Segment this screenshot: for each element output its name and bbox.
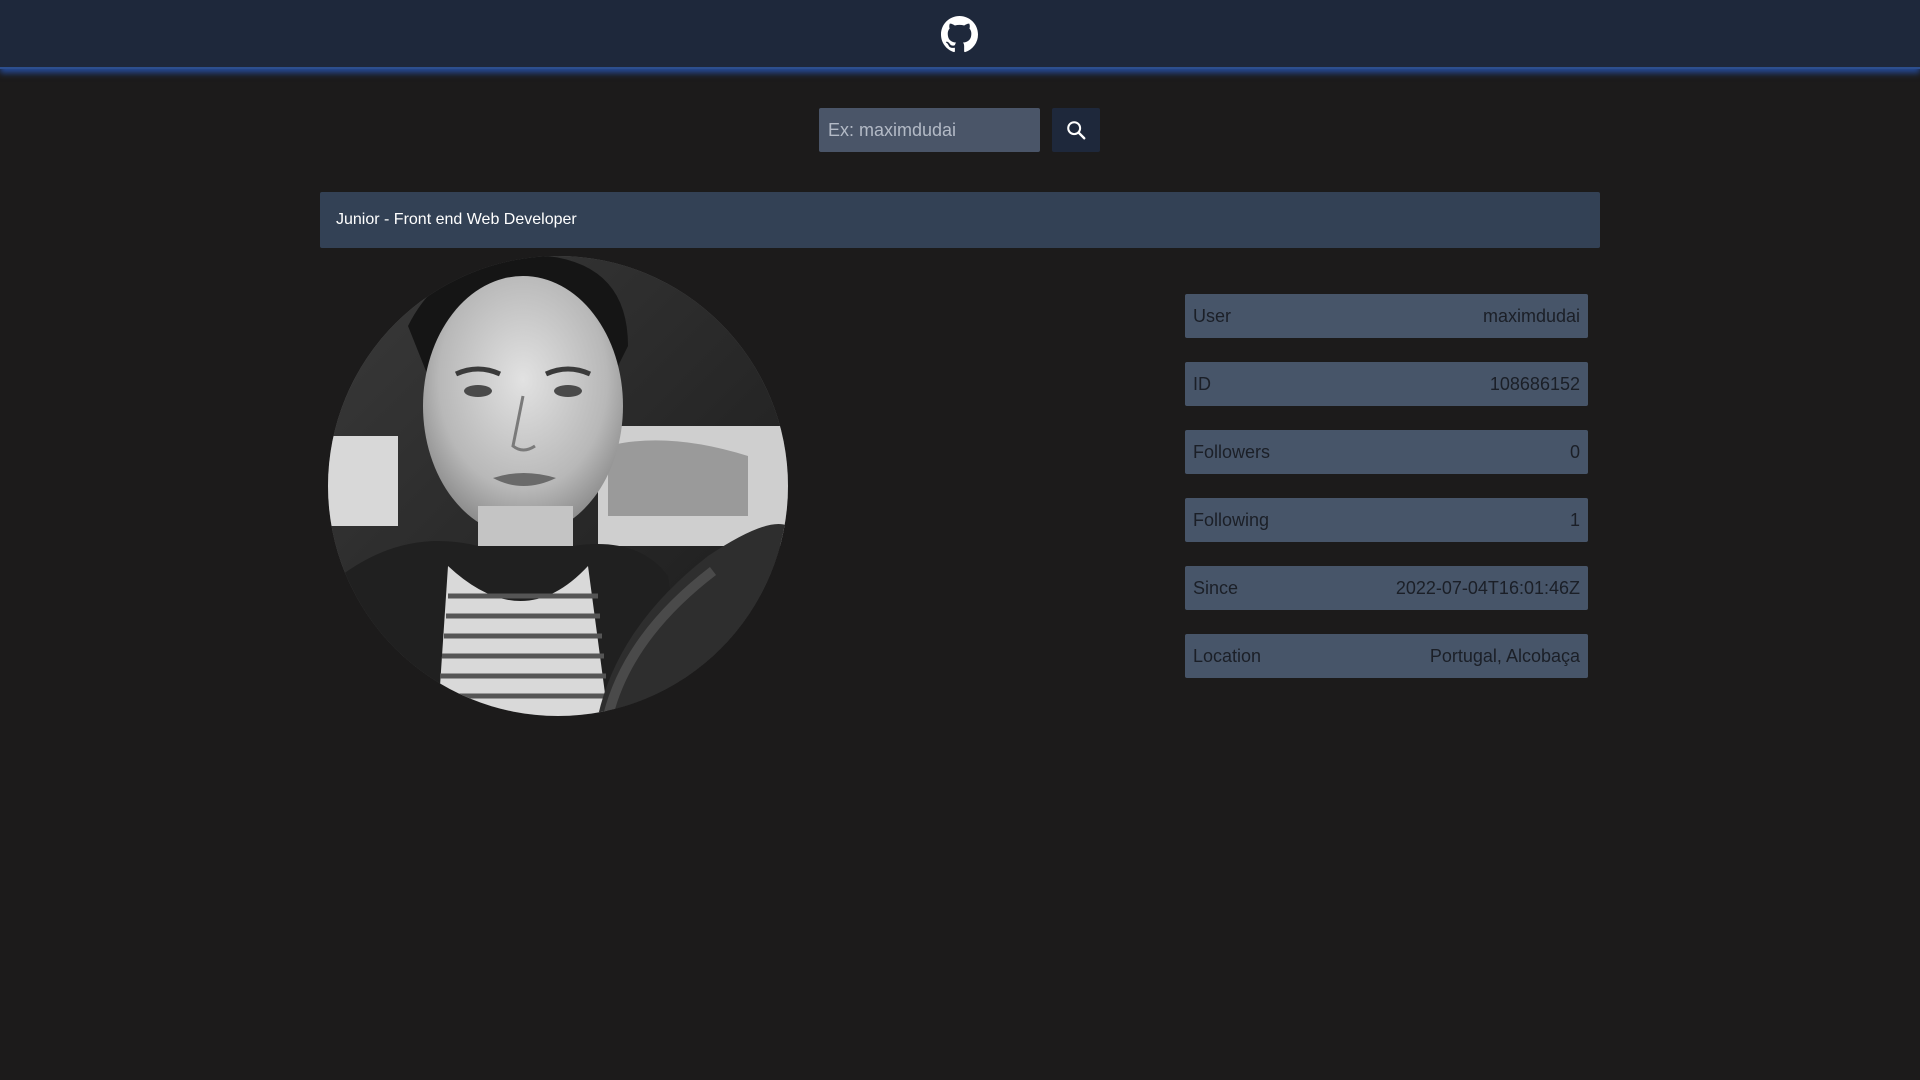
info-label: Location [1193, 645, 1262, 666]
info-value: 108686152 [1489, 373, 1580, 394]
info-row-followers: Followers 0 [1185, 430, 1588, 474]
info-value: Portugal, Alcobaça [1429, 645, 1580, 666]
search-icon [1067, 121, 1086, 140]
info-row-id: ID 108686152 [1185, 362, 1588, 406]
profile-photo [328, 256, 788, 716]
info-label: Since [1193, 577, 1239, 598]
info-value: maximdudai [1482, 305, 1580, 326]
info-value: 1 [1569, 509, 1580, 530]
top-header [0, 0, 1920, 69]
info-label: Following [1193, 509, 1270, 530]
info-value: 0 [1569, 441, 1580, 462]
info-label: User [1193, 305, 1232, 326]
info-row-following: Following 1 [1185, 498, 1588, 542]
info-value: 2022-07-04T16:01:46Z [1395, 577, 1580, 598]
profile-bio: Junior - Front end Web Developer [336, 211, 577, 228]
profile-bio-bar: Junior - Front end Web Developer [320, 192, 1600, 248]
search-button[interactable] [1052, 108, 1100, 152]
github-icon[interactable] [941, 16, 978, 53]
info-label: Followers [1193, 441, 1271, 462]
info-row-user: User maximdudai [1185, 294, 1588, 338]
info-row-location: Location Portugal, Alcobaça [1185, 634, 1588, 678]
avatar [328, 256, 788, 716]
info-label: ID [1193, 373, 1211, 394]
username-search-input[interactable] [819, 108, 1040, 152]
info-row-since: Since 2022-07-04T16:01:46Z [1185, 566, 1588, 610]
